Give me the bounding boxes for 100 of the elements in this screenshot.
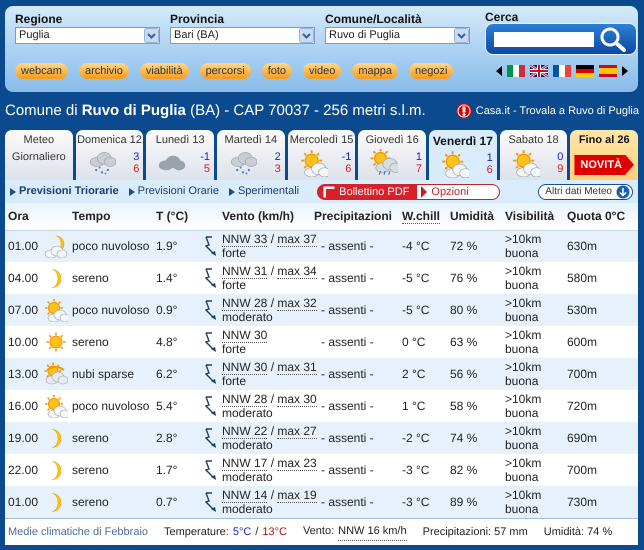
visibility-cell: >10km [505, 488, 542, 502]
day-tab[interactable]: Martedì 14 2 3 [217, 130, 285, 180]
visibility-note: buona [505, 470, 538, 484]
link-button[interactable]: archivio [78, 63, 129, 79]
day-tab[interactable]: Mercoledì 15 -1 6 [288, 130, 356, 180]
temperature-cell: 0.9° [156, 303, 178, 317]
wind-arrow-icon [204, 459, 218, 481]
search-label: Cerca [485, 12, 520, 23]
dropdown[interactable]: Bari (BA) [170, 27, 315, 44]
moon-cloud-icon [44, 234, 68, 258]
wind-arrow-icon [204, 395, 218, 417]
dropdown[interactable]: Puglia [15, 27, 160, 44]
min-temperature: 2 [274, 150, 281, 162]
filter-label: Regione [15, 12, 64, 27]
wind-strength: forte [222, 278, 246, 292]
separator: / [270, 264, 274, 278]
left-arrow-icon[interactable] [496, 66, 502, 76]
more-data-button[interactable]: Altri dati Meteo [538, 184, 633, 200]
flag-icon[interactable] [553, 65, 571, 77]
triangle-icon [228, 188, 235, 196]
wind-arrow-icon [204, 427, 218, 449]
link-button[interactable]: percorsi [200, 63, 251, 79]
temperature-cell: 6.2° [156, 367, 178, 381]
precipitation-cell: - assenti - [321, 303, 374, 317]
wind-speed: NNW 30 [222, 328, 268, 343]
view-link[interactable]: Sperimentali [228, 183, 300, 200]
sun-cloud-icon [512, 148, 540, 176]
freezing-level-cell: 700m [567, 367, 598, 381]
separator: / [270, 296, 274, 310]
view-link[interactable]: Previsioni Orarie [128, 183, 219, 200]
dropdown[interactable]: Ruvo di Puglia [325, 27, 470, 44]
filter-label: Comune/Località [325, 12, 423, 27]
filter-label: Provincia [170, 12, 226, 27]
pdf-button[interactable]: Bollettino PDF [317, 184, 418, 200]
time-cell: 10.00 [8, 335, 38, 349]
link-button[interactable]: viabilità [140, 63, 189, 79]
moon-icon [50, 460, 62, 480]
temperature-cell: 1.7° [156, 463, 178, 477]
humidity-cell: 80 % [450, 303, 478, 317]
wind-speed: NNW 17 [222, 456, 268, 471]
flag-icon[interactable] [576, 65, 594, 77]
visibility-cell: >10km [505, 264, 542, 278]
day-tab[interactable]: Lunedì 13 -1 5 [146, 130, 214, 180]
sun-rain-icon [370, 148, 398, 176]
sky-cell: sereno [72, 271, 109, 285]
min-temperature: -1 [200, 150, 210, 162]
view-link[interactable]: Previsioni Triorarie [10, 183, 119, 200]
day-tab[interactable]: Giovedì 16 1 7 [358, 130, 426, 180]
column-header: Umidità [450, 209, 494, 224]
keyhole-icon [456, 103, 472, 119]
wind-gust: max 23 [277, 456, 317, 471]
windchill-cell: -3 °C [402, 495, 430, 509]
day-tab[interactable]: Venerdì 17 1 6 [429, 130, 497, 180]
wind-strength: forte [222, 374, 246, 388]
link-button[interactable]: video [303, 63, 342, 79]
wind-strength: forte [222, 342, 246, 356]
visibility-note: buona [505, 502, 538, 516]
temperature-cell: 1.4° [156, 271, 178, 285]
wind-speed: NNW 31 [222, 264, 268, 279]
humidity-cell: 63 % [450, 335, 478, 349]
link-button[interactable]: webcam [15, 63, 68, 79]
climate-link[interactable]: Medie climatiche di Febbraio [8, 524, 148, 540]
humidity-cell: 89 % [450, 495, 478, 509]
day-tab[interactable]: Meteo Giornaliero [5, 130, 73, 180]
humidity-cell: 72 % [450, 239, 478, 254]
wind-gust: max 30 [277, 392, 317, 407]
triangle-icon [128, 188, 135, 196]
day-tab[interactable]: Domenica 12 3 6 [76, 130, 144, 180]
search-field[interactable] [494, 32, 594, 46]
right-arrow-icon[interactable] [622, 66, 628, 76]
freezing-level-cell: 630m [567, 239, 598, 254]
max-temperature: 5 [204, 162, 210, 174]
day-tab[interactable]: Fino al 26 NOVITÀ [570, 130, 638, 180]
max-temperature: 6 [345, 162, 352, 174]
wind-speed: NNW 28 [222, 296, 268, 311]
ad-link[interactable]: Casa.it - Trovala a Ruvo di Puglia [476, 102, 639, 120]
sun-icon [44, 330, 68, 354]
windchill-cell: -5 °C [402, 271, 430, 285]
day-tab[interactable]: Sabato 18 0 9 [500, 130, 568, 180]
freezing-level-cell: 600m [567, 335, 598, 349]
humidity-cell: 74 % [450, 431, 478, 445]
options-button[interactable]: Opzioni [417, 184, 500, 200]
link-button[interactable]: foto [262, 63, 292, 79]
search-button[interactable] [598, 26, 628, 52]
separator: / [270, 456, 274, 470]
link-button[interactable]: negozi [408, 63, 454, 79]
column-header: Vento (km/h) [222, 209, 294, 224]
wind-arrow-icon [204, 235, 218, 258]
column-header: T (°C) [156, 209, 188, 224]
time-cell: 04.00 [8, 271, 38, 285]
sky-cell: nubi sparse [72, 367, 134, 381]
visibility-note: buona [505, 438, 538, 452]
column-header: Visibilità [505, 209, 554, 224]
triangle-icon [10, 188, 16, 196]
down-arrow-icon [616, 184, 630, 198]
caret-icon [144, 28, 159, 43]
link-button[interactable]: mappa [352, 63, 398, 79]
precipitation-cell: - assenti - [321, 367, 374, 381]
flag-icon[interactable] [530, 65, 548, 77]
wind-arrow-icon [204, 331, 218, 353]
